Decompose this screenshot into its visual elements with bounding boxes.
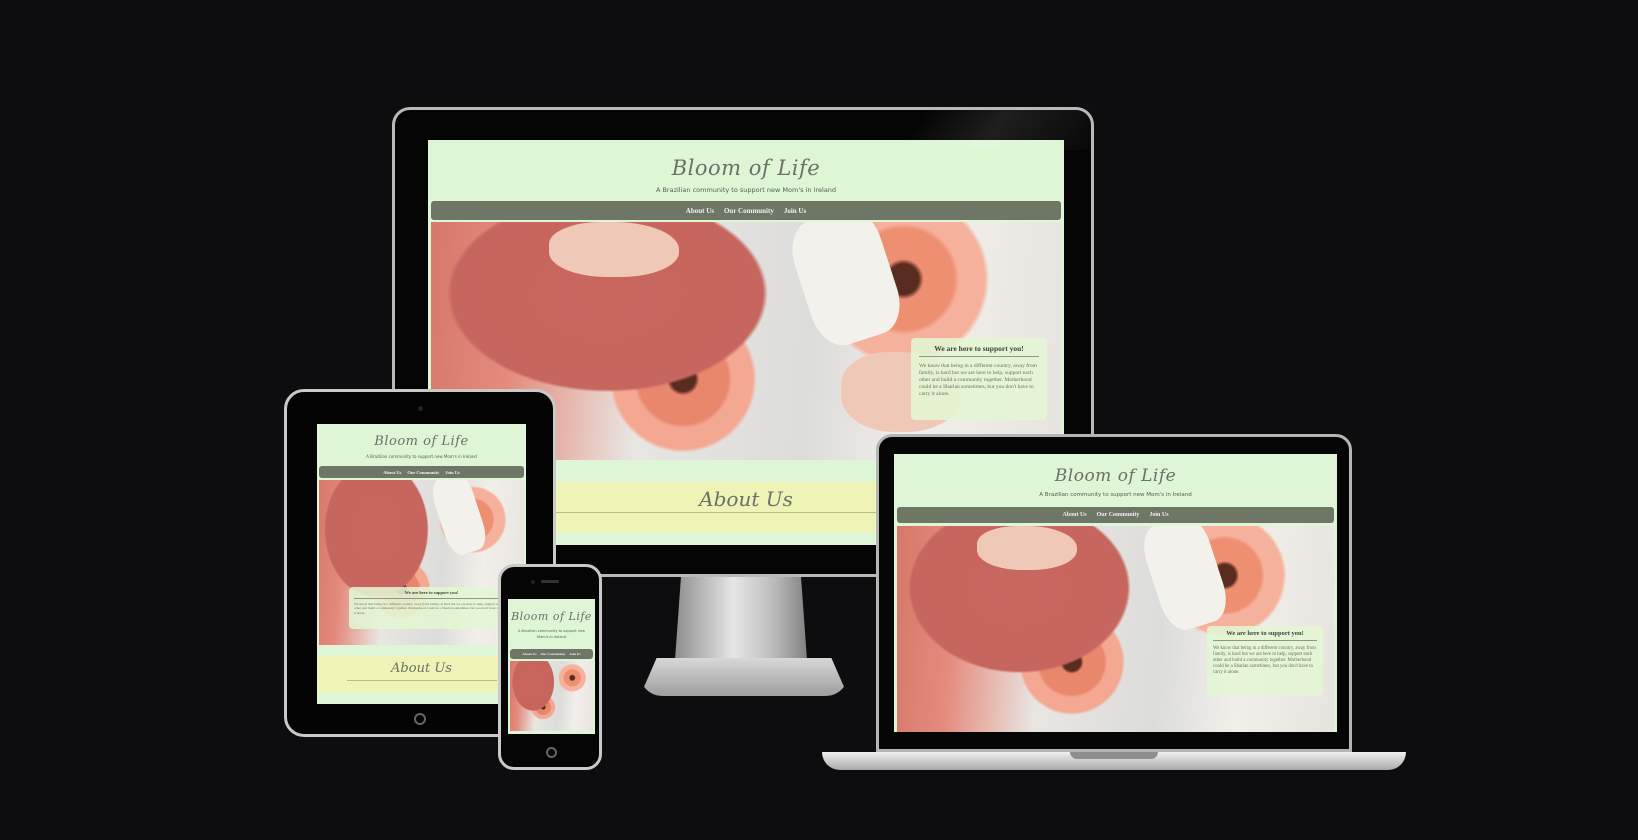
- nav-our-community[interactable]: Our Community: [1097, 512, 1140, 518]
- callout-text: We know that being in a different countr…: [919, 363, 1037, 397]
- callout-text: We know that being in a different countr…: [354, 602, 508, 615]
- tablet-screen: Bloom of Life A Brazilian community to s…: [317, 424, 526, 704]
- main-nav: About Us Our Community Join Us: [510, 649, 593, 659]
- phone-device: Bloom of Life A Brazilian community to s…: [498, 564, 602, 770]
- main-nav: About Us Our Community Join Us: [431, 201, 1061, 220]
- nav-about-us[interactable]: About Us: [383, 470, 401, 475]
- site-tagline: A Brazilian community to support new Mom…: [655, 186, 837, 194]
- hero-image: We are here to support you! We know that…: [897, 526, 1334, 732]
- nav-about-us[interactable]: About Us: [522, 652, 536, 656]
- hero-image: [510, 661, 593, 731]
- laptop-notch: [1070, 752, 1158, 759]
- monitor-stand-neck: [674, 577, 808, 665]
- nav-our-community[interactable]: Our Community: [540, 652, 565, 656]
- site-tagline: A Brazilian community to support new Mom…: [518, 629, 585, 639]
- nav-about-us[interactable]: About Us: [1062, 512, 1086, 518]
- callout-title: We are here to support you!: [354, 590, 509, 599]
- callout-text: We know that being in a different countr…: [1213, 646, 1316, 675]
- site-title[interactable]: Bloom of Life: [508, 610, 595, 623]
- site-title[interactable]: Bloom of Life: [894, 466, 1337, 486]
- tablet-camera: [418, 406, 423, 411]
- phone-home-button[interactable]: [546, 747, 557, 758]
- phone-camera: [531, 580, 535, 584]
- about-title: About Us: [391, 661, 452, 676]
- nav-join-us[interactable]: Join Us: [569, 652, 580, 656]
- support-callout: We are here to support you! We know that…: [911, 338, 1047, 420]
- support-callout: We are here to support you! We know that…: [1207, 626, 1323, 696]
- nav-about-us[interactable]: About Us: [686, 207, 714, 215]
- laptop-device: Bloom of Life A Brazilian community to s…: [876, 434, 1352, 752]
- phone-speaker: [541, 580, 559, 583]
- main-nav: About Us Our Community Join Us: [897, 507, 1334, 523]
- laptop-screen: Bloom of Life A Brazilian community to s…: [894, 454, 1337, 732]
- hand-left: [549, 222, 679, 277]
- hand-left: [977, 526, 1077, 570]
- hero-image: We are here to support you! We know that…: [319, 480, 524, 645]
- tablet-home-button[interactable]: [414, 713, 426, 725]
- monitor-stand-base: [640, 658, 848, 696]
- site-tagline: A Brazilian community to support new Mom…: [1039, 492, 1192, 498]
- about-divider: [347, 680, 497, 681]
- nav-join-us[interactable]: Join Us: [784, 207, 806, 215]
- site-title[interactable]: Bloom of Life: [428, 156, 1064, 180]
- sleeve-right: [783, 222, 909, 353]
- site-tagline: A Brazilian community to support new Mom…: [366, 454, 477, 459]
- support-callout: We are here to support you! We know that…: [349, 587, 514, 629]
- nav-our-community[interactable]: Our Community: [407, 470, 439, 475]
- about-section: About Us: [317, 656, 526, 692]
- sleeve-right: [427, 480, 491, 559]
- sleeve-right: [1136, 526, 1234, 636]
- site-title[interactable]: Bloom of Life: [317, 434, 526, 449]
- callout-title: We are here to support you!: [919, 344, 1039, 357]
- nav-join-us[interactable]: Join Us: [445, 470, 459, 475]
- nav-join-us[interactable]: Join Us: [1149, 512, 1168, 518]
- nav-our-community[interactable]: Our Community: [724, 207, 774, 215]
- main-nav: About Us Our Community Join Us: [319, 466, 524, 478]
- phone-screen: Bloom of Life A Brazilian community to s…: [508, 599, 595, 734]
- callout-title: We are here to support you!: [1213, 630, 1317, 641]
